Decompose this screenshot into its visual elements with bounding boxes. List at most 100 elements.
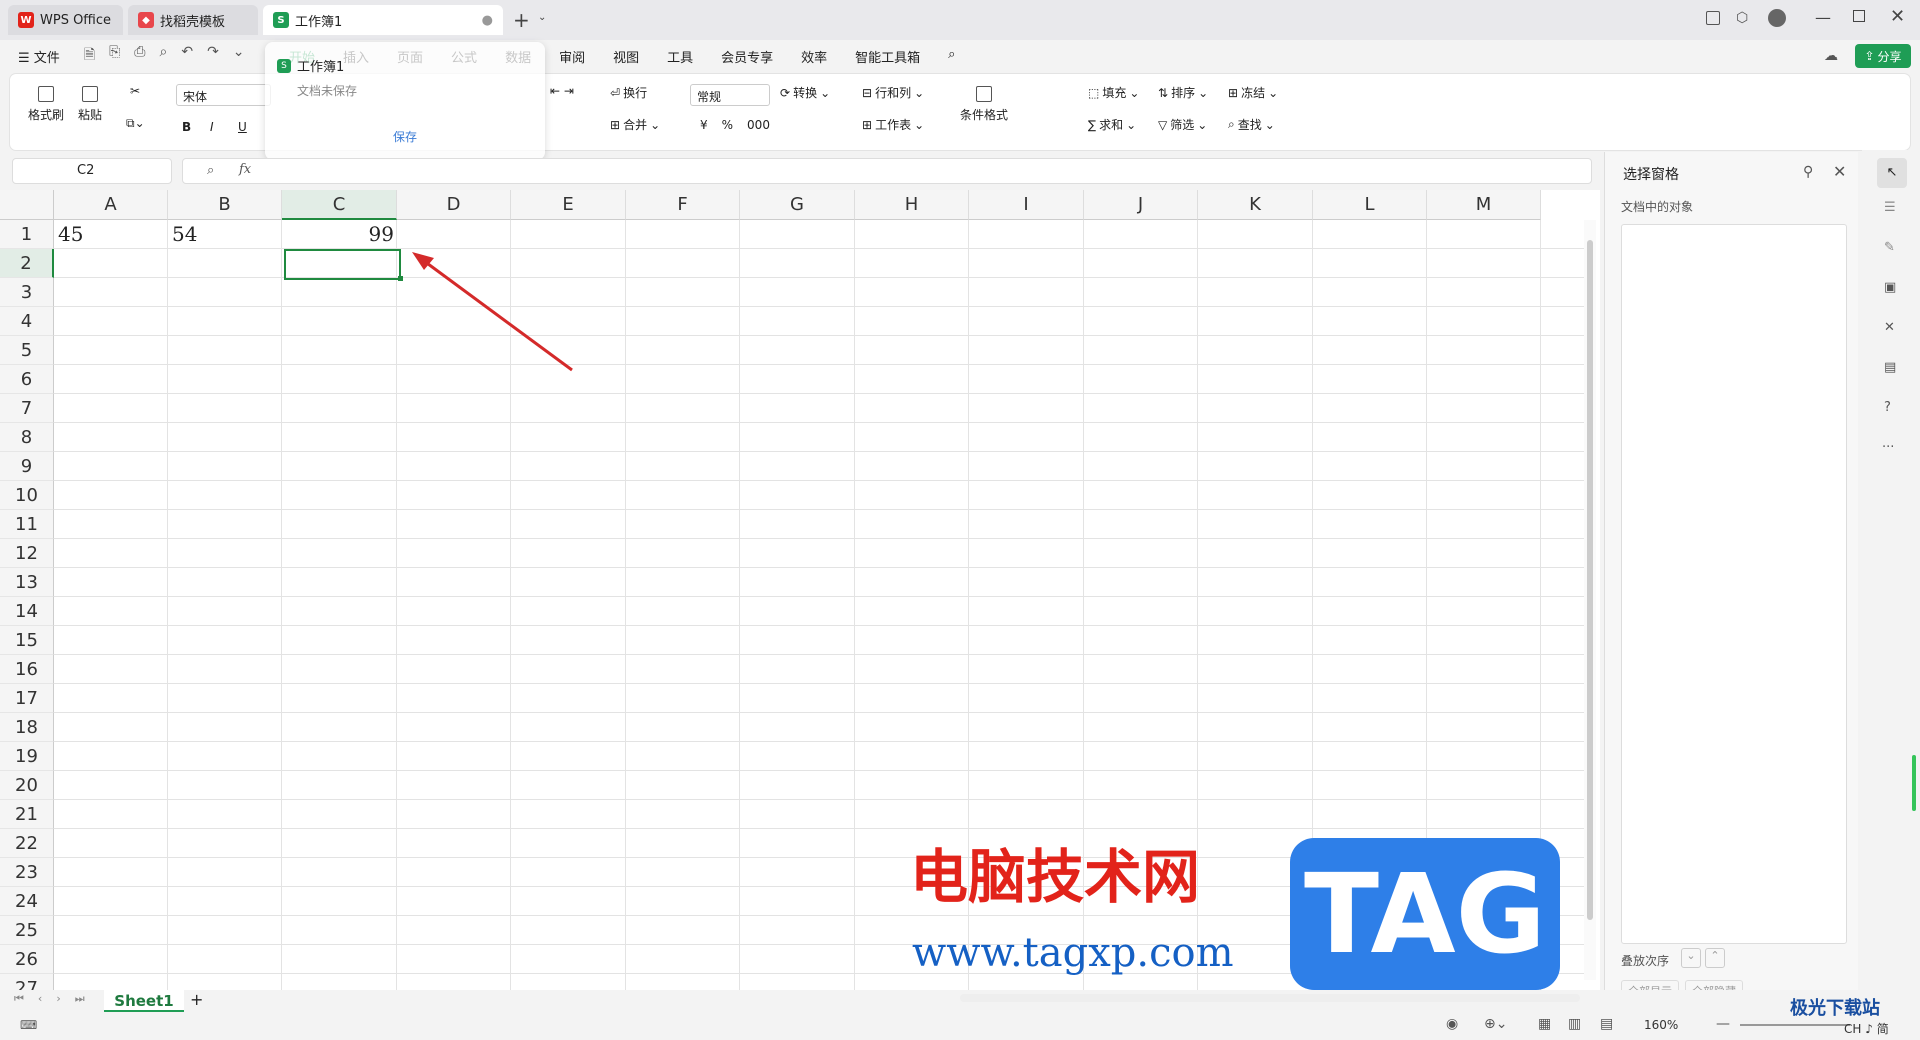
row-header-26[interactable]: 26	[0, 945, 54, 974]
underline-button[interactable]: U	[238, 120, 247, 134]
fx-button[interactable]: fx	[239, 162, 251, 177]
name-box[interactable]: C2	[12, 158, 172, 184]
worksheet-button[interactable]: ⊞ 工作表 ⌄	[862, 116, 924, 133]
column-header-H[interactable]: H	[855, 190, 969, 220]
select-pointer-icon[interactable]: ↖	[1877, 158, 1907, 188]
column-header-D[interactable]: D	[397, 190, 511, 220]
sliders-icon[interactable]: ☰	[1884, 200, 1896, 215]
row-header-3[interactable]: 3	[0, 278, 54, 307]
zoom-level[interactable]: 160%	[1644, 1018, 1678, 1032]
next-sheet-icon[interactable]: ›	[56, 992, 60, 1006]
pin-icon[interactable]: ⚲	[1803, 164, 1813, 180]
row-header-22[interactable]: 22	[0, 829, 54, 858]
column-header-E[interactable]: E	[511, 190, 626, 220]
row-header-6[interactable]: 6	[0, 365, 54, 394]
row-header-20[interactable]: 20	[0, 771, 54, 800]
row-header-18[interactable]: 18	[0, 713, 54, 742]
column-header-I[interactable]: I	[969, 190, 1084, 220]
print-preview-icon[interactable]: ⌕	[159, 44, 167, 68]
column-header-A[interactable]: A	[54, 190, 168, 220]
row-header-2[interactable]: 2	[0, 249, 54, 278]
row-header-10[interactable]: 10	[0, 481, 54, 510]
sheet-tab-sheet1[interactable]: Sheet1	[104, 990, 184, 1012]
tools-icon[interactable]: ✕	[1884, 320, 1895, 335]
cell-C1[interactable]: 99	[284, 220, 394, 249]
column-header-M[interactable]: M	[1427, 190, 1541, 220]
add-sheet-button[interactable]: +	[190, 990, 203, 1009]
format-painter-button[interactable]: 格式刷	[28, 86, 64, 123]
row-header-17[interactable]: 17	[0, 684, 54, 713]
minimize-icon[interactable]: —	[1815, 8, 1831, 27]
italic-button[interactable]: I	[210, 120, 214, 134]
selected-cell-C2[interactable]	[284, 249, 401, 280]
share-button[interactable]: ⇪ 分享	[1855, 44, 1911, 68]
first-sheet-icon[interactable]: ⏮	[14, 992, 24, 1006]
merge-button[interactable]: ⊞ 合并 ⌄	[610, 116, 660, 133]
row-header-13[interactable]: 13	[0, 568, 54, 597]
cube-icon[interactable]: ⬡	[1736, 10, 1748, 26]
fill-button[interactable]: ⬚ 填充 ⌄	[1088, 84, 1139, 101]
eye-icon[interactable]: ◉	[1446, 1016, 1458, 1032]
move-up-button[interactable]: ⌃	[1705, 948, 1725, 968]
file-menu[interactable]: ☰ 文件	[0, 47, 74, 66]
tab-review[interactable]: 审阅	[545, 47, 599, 66]
center-icon[interactable]: ⊕⌄	[1484, 1016, 1507, 1032]
sum-button[interactable]: ∑ 求和 ⌄	[1088, 116, 1136, 133]
page-layout-icon[interactable]: ▥	[1568, 1016, 1581, 1032]
find-button[interactable]: ⌕ 查找 ⌄	[1228, 116, 1275, 133]
sort-button[interactable]: ⇅ 排序 ⌄	[1158, 84, 1208, 101]
row-header-8[interactable]: 8	[0, 423, 54, 452]
font-name-select[interactable]: 宋体	[176, 84, 271, 106]
horizontal-scrollbar[interactable]	[960, 994, 1580, 1002]
tab-wps-office[interactable]: W WPS Office	[8, 5, 123, 35]
edit-icon[interactable]: ✎	[1884, 240, 1895, 255]
tab-member[interactable]: 会员专享	[707, 47, 787, 66]
tab-efficiency[interactable]: 效率	[787, 47, 841, 66]
close-icon[interactable]: ✕	[1890, 6, 1905, 27]
ime-indicator[interactable]: CH ♪ 简	[1844, 1020, 1889, 1037]
filter-button[interactable]: ▽ 筛选 ⌄	[1158, 116, 1207, 133]
save-icon[interactable]: 🗎	[84, 44, 95, 68]
cloud-icon[interactable]: ☁	[1824, 48, 1838, 64]
search-icon[interactable]: ⌕	[934, 47, 969, 66]
convert-button[interactable]: ⟳ 转换 ⌄	[780, 84, 830, 101]
row-header-1[interactable]: 1	[0, 220, 54, 249]
column-header-L[interactable]: L	[1313, 190, 1427, 220]
cell-B1[interactable]: 54	[172, 220, 197, 249]
scroll-thumb[interactable]	[1587, 240, 1593, 920]
help-icon[interactable]: ?	[1884, 400, 1891, 415]
row-header-21[interactable]: 21	[0, 800, 54, 829]
print-icon[interactable]: ⎙	[134, 44, 145, 68]
column-header-J[interactable]: J	[1084, 190, 1198, 220]
row-header-7[interactable]: 7	[0, 394, 54, 423]
cut-icon[interactable]: ✂	[130, 84, 140, 98]
row-header-19[interactable]: 19	[0, 742, 54, 771]
select-all-corner[interactable]	[0, 190, 54, 220]
layout-icon[interactable]	[1706, 11, 1720, 25]
more-icon[interactable]: ···	[1882, 440, 1894, 455]
row-header-9[interactable]: 9	[0, 452, 54, 481]
row-header-27[interactable]: 27	[0, 974, 54, 990]
row-col-button[interactable]: ⊟ 行和列 ⌄	[862, 84, 924, 101]
zoom-formula-icon[interactable]: ⌕	[207, 163, 214, 178]
normal-view-icon[interactable]: ▦	[1538, 1016, 1551, 1032]
row-header-4[interactable]: 4	[0, 307, 54, 336]
page-break-icon[interactable]: ▤	[1600, 1016, 1613, 1032]
tab-list-chevron-icon[interactable]: ⌄	[538, 12, 546, 23]
paste-button[interactable]: 粘贴	[78, 86, 102, 123]
wrap-button[interactable]: ⏎ 换行	[610, 84, 647, 101]
tab-view[interactable]: 视图	[599, 47, 653, 66]
zoom-out-icon[interactable]: —	[1716, 1016, 1730, 1032]
image-icon[interactable]: ▣	[1884, 280, 1896, 295]
thousands-button[interactable]: 000	[747, 118, 770, 132]
freeze-button[interactable]: ⊞ 冻结 ⌄	[1228, 84, 1278, 101]
formula-input-wrap[interactable]: ⌕ fx	[182, 158, 1592, 184]
avatar[interactable]	[1768, 9, 1786, 27]
cell-A1[interactable]: 45	[58, 220, 83, 249]
row-header-14[interactable]: 14	[0, 597, 54, 626]
indent-icon[interactable]: ⇤ ⇥	[550, 84, 574, 98]
move-down-button[interactable]: ⌄	[1681, 948, 1701, 968]
row-header-23[interactable]: 23	[0, 858, 54, 887]
column-header-C[interactable]: C	[282, 190, 397, 220]
vertical-scrollbar[interactable]	[1584, 220, 1596, 980]
